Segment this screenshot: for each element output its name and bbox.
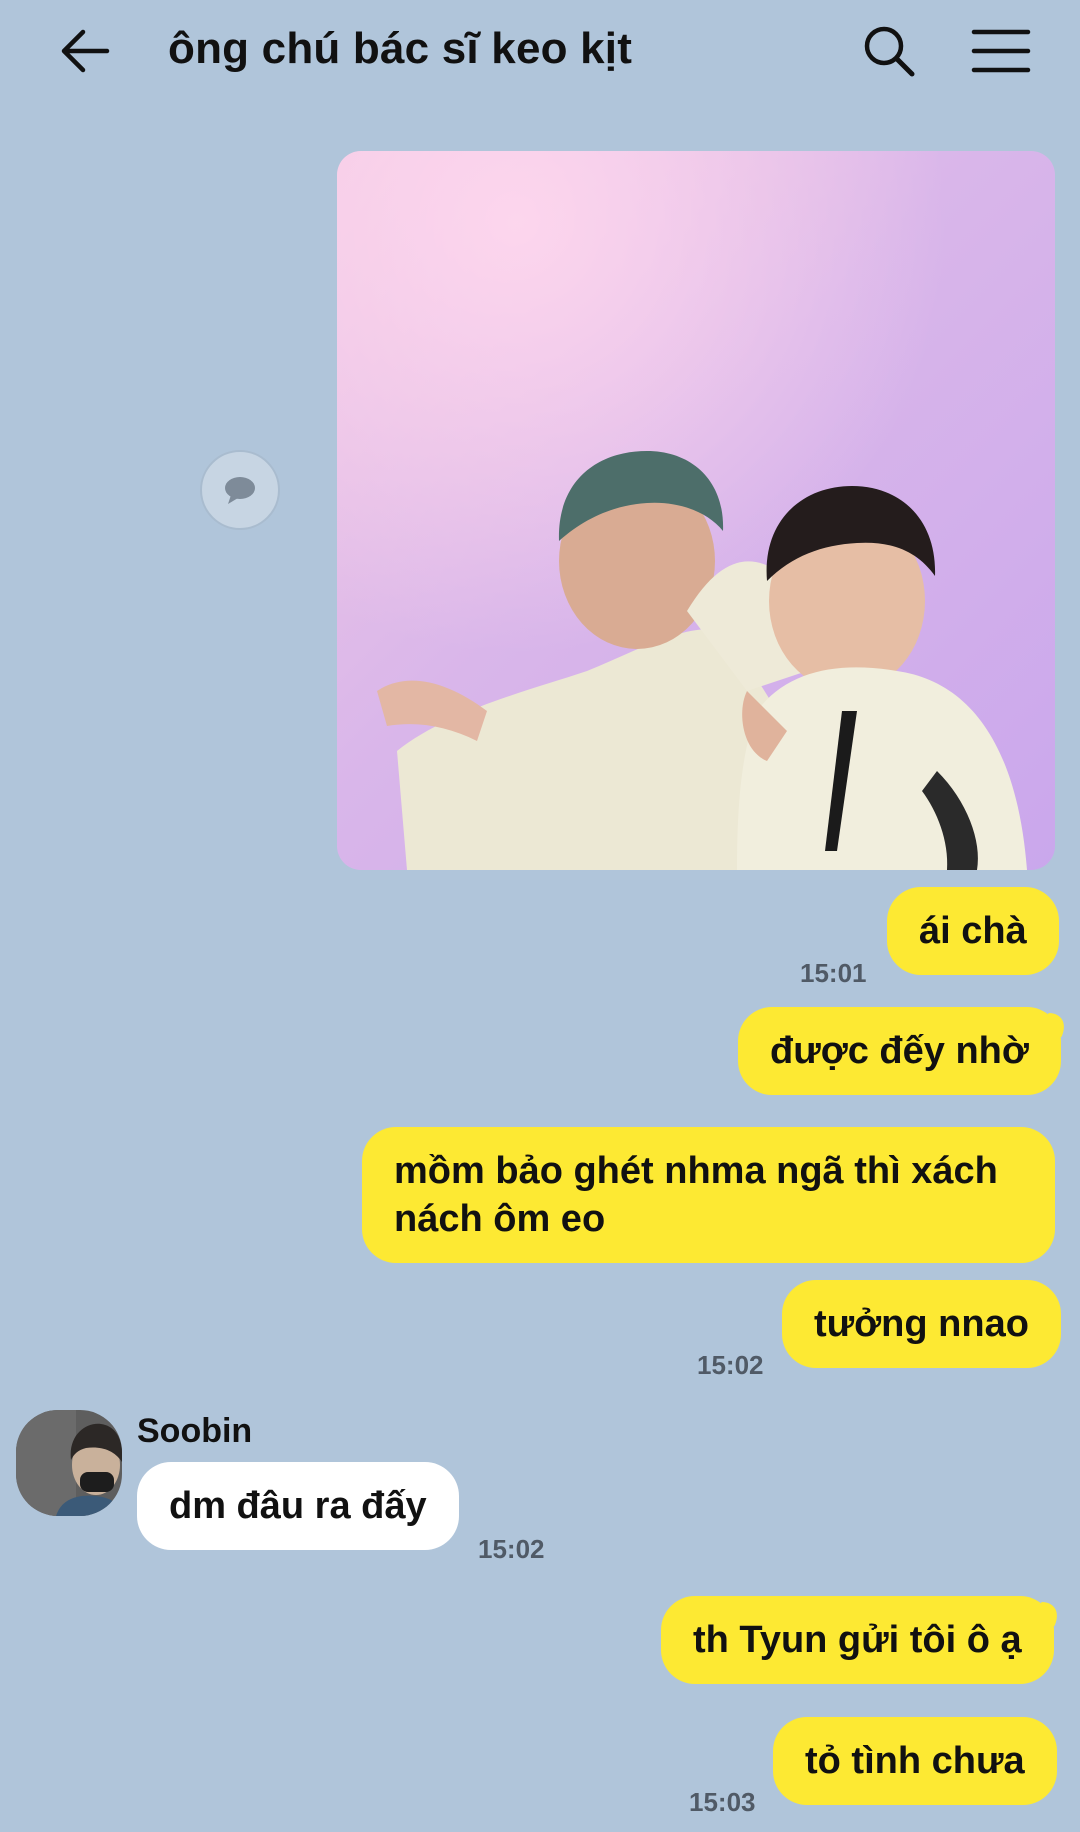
search-icon [864,26,915,77]
photo-image [337,151,1055,870]
arrow-left-icon [61,29,110,73]
message-timestamp: 15:02 [478,1534,545,1564]
share-button[interactable] [200,450,280,530]
message-bubble[interactable]: tỏ tình chưa [773,1717,1057,1805]
message-timestamp: 15:02 [697,1350,764,1380]
message-text: tỏ tình chưa [805,1740,1025,1782]
message-text: th Tyun gửi tôi ô ạ [693,1619,1022,1661]
message-text: mồm bảo ghét nhma ngã thì xách nách ôm e… [394,1150,998,1240]
back-button[interactable] [50,20,120,82]
message-timestamp: 15:03 [689,1787,756,1817]
sender-name: Soobin [137,1412,253,1450]
speech-bubble-icon [225,477,255,504]
message-bubble[interactable]: th Tyun gửi tôi ô ạ [661,1596,1054,1684]
search-button[interactable] [854,20,924,82]
message-bubble[interactable]: được đếy nhờ [738,1007,1061,1095]
hamburger-menu-icon [971,29,1031,73]
message-text: dm đâu ra đấy [169,1485,427,1527]
message-timestamp: 15:01 [800,958,867,988]
message-bubble[interactable]: dm đâu ra đấy [137,1462,459,1550]
message-text: ái chà [919,910,1027,952]
avatar-image [16,1410,122,1516]
message-bubble[interactable]: ái chà [887,887,1059,975]
chat-header: ông chú bác sĩ keo kịt [0,0,1080,110]
image-message[interactable] [337,151,1055,870]
chat-title: ông chú bác sĩ keo kịt [168,24,633,73]
message-text: được đếy nhờ [770,1030,1029,1072]
message-bubble[interactable]: tưởng nnao [782,1280,1061,1368]
message-bubble[interactable]: mồm bảo ghét nhma ngã thì xách nách ôm e… [362,1127,1055,1263]
avatar[interactable] [16,1410,122,1516]
menu-button[interactable] [966,20,1036,82]
message-text: tưởng nnao [814,1303,1029,1345]
